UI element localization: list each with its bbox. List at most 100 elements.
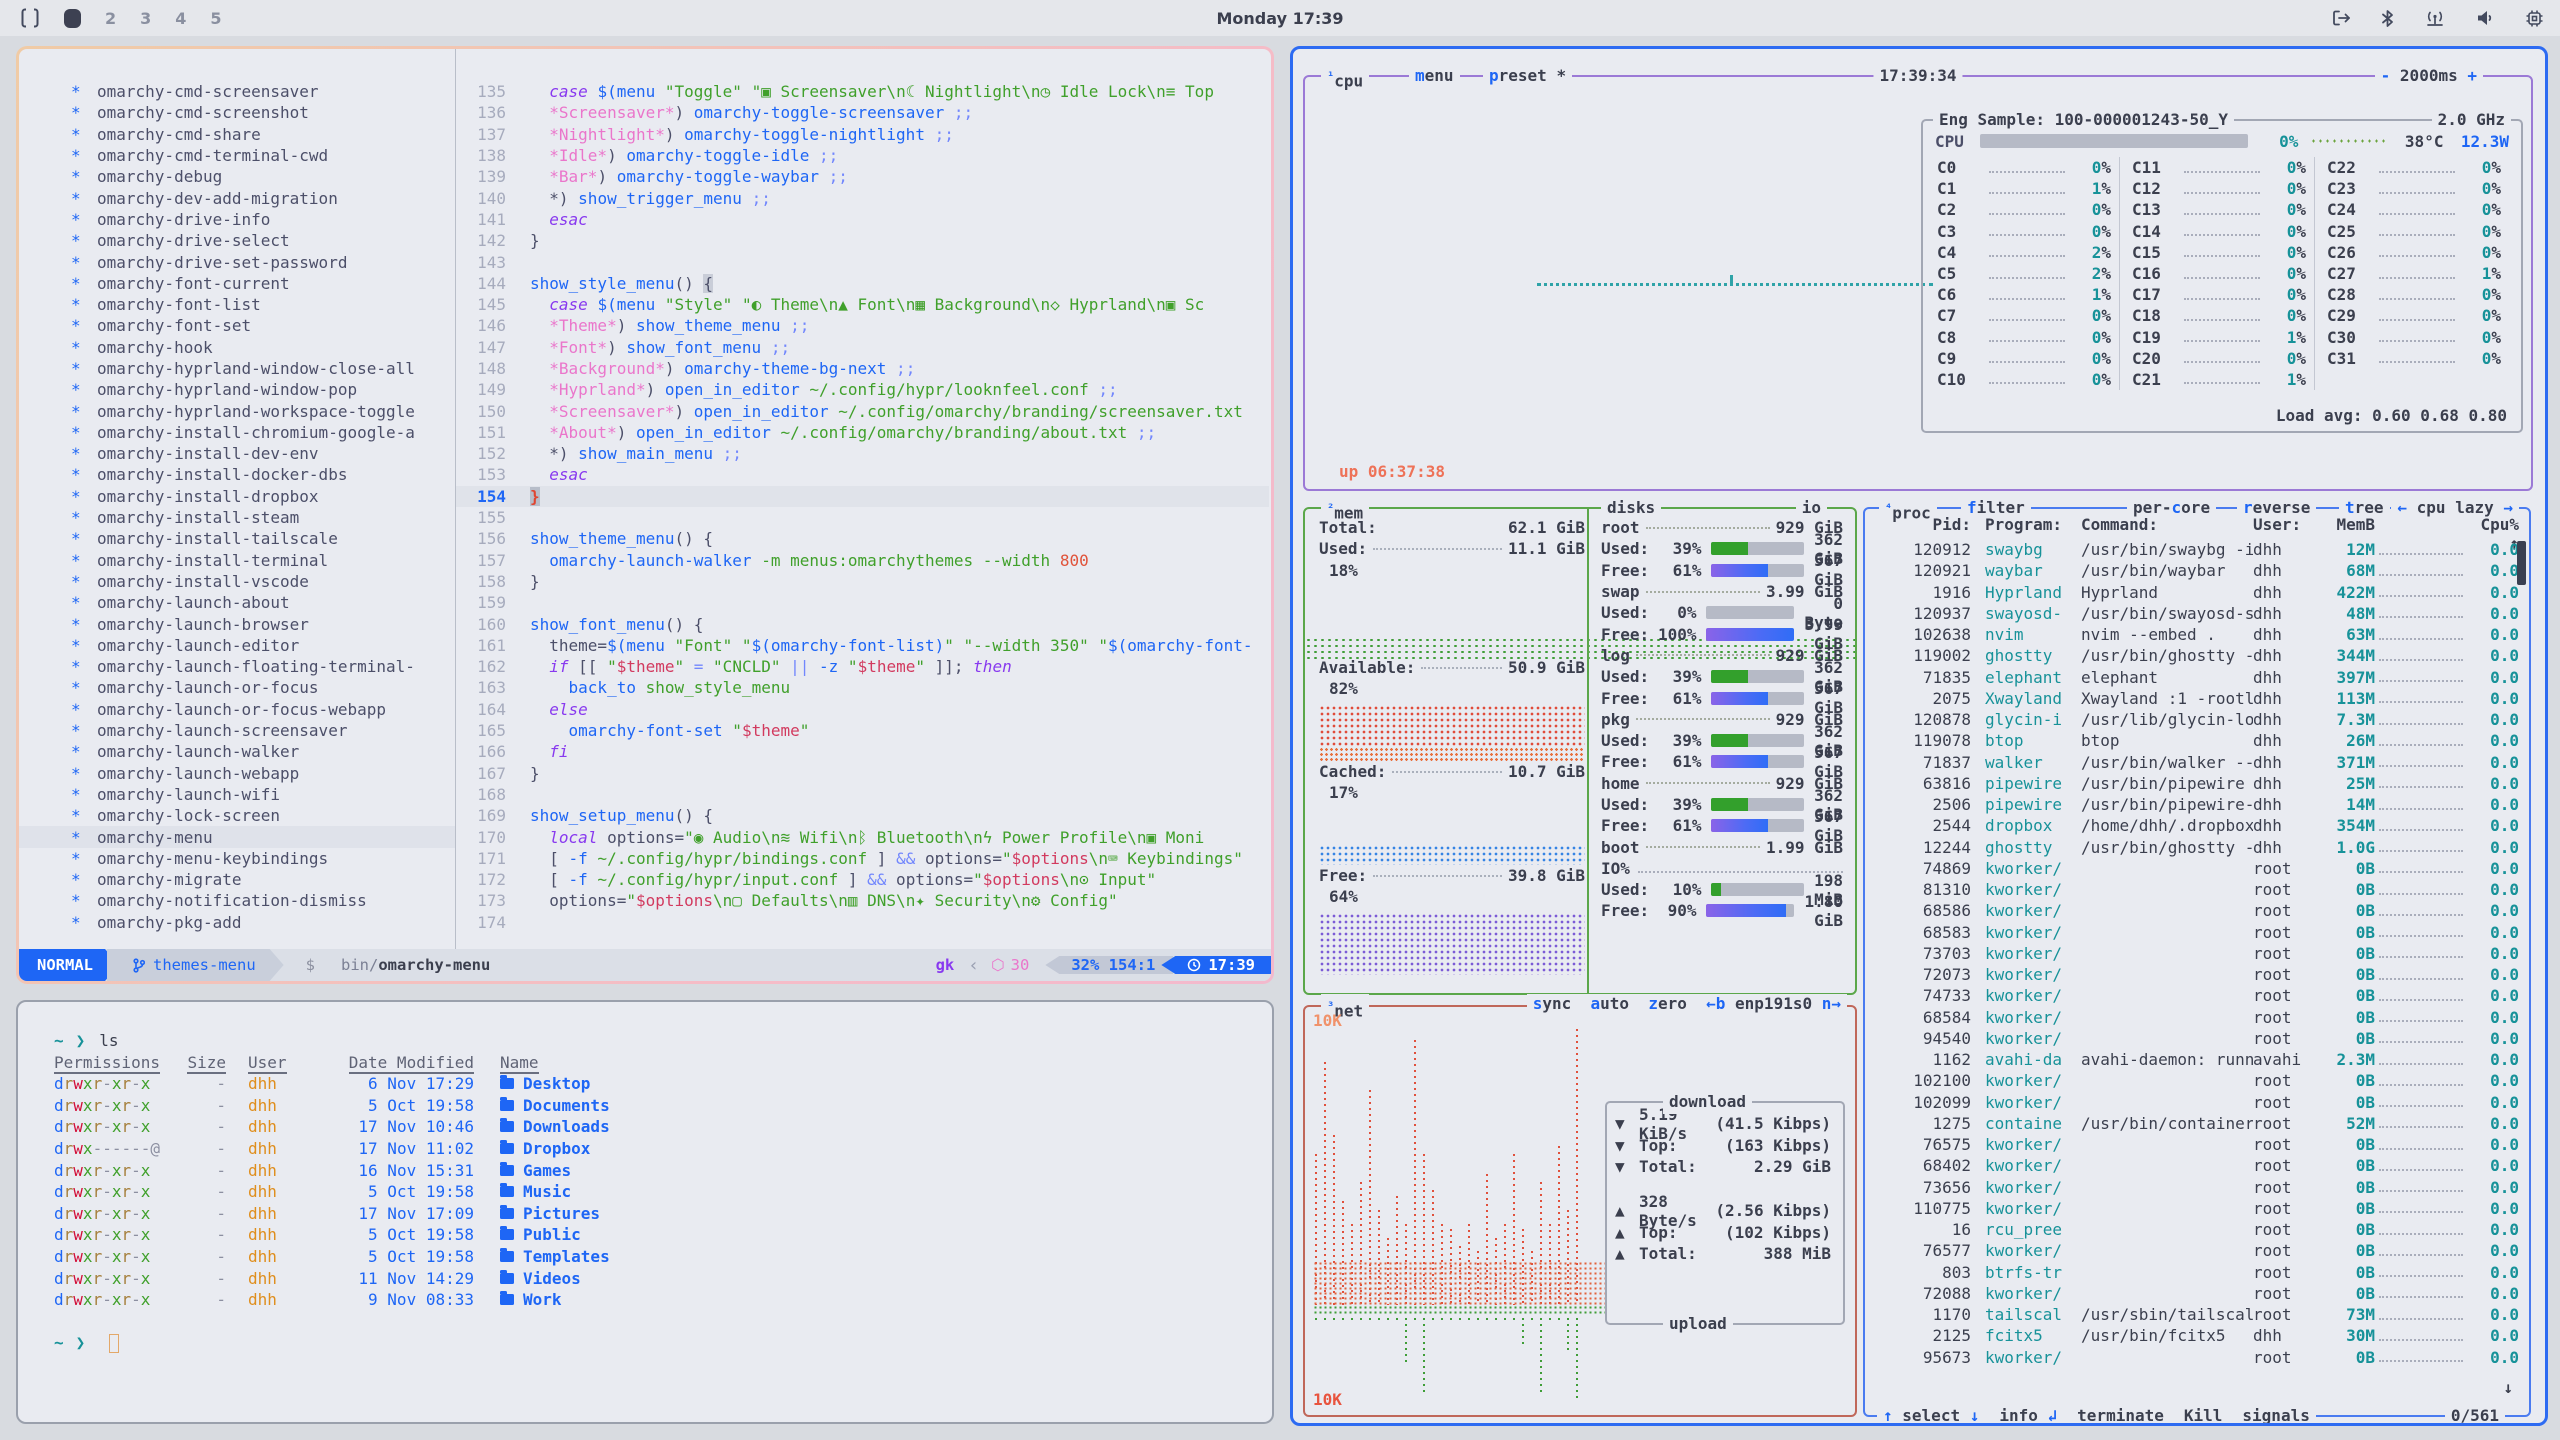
code-line[interactable]: 151 *About*) open_in_editor ~/.config/om…: [456, 422, 1269, 443]
terminal-window[interactable]: ~❯lsPermissionsSizeUserDate ModifiedName…: [16, 1000, 1274, 1424]
file-item[interactable]: *omarchy-font-list: [19, 294, 455, 315]
process-row[interactable]: 81310kworker/root0B0.0: [1875, 879, 2519, 900]
code-line[interactable]: 158}: [456, 571, 1269, 592]
network-icon[interactable]: [2424, 9, 2446, 27]
code-line[interactable]: 154}: [456, 486, 1269, 507]
process-row[interactable]: 68584kworker/root0B0.0: [1875, 1007, 2519, 1028]
file-item[interactable]: *omarchy-install-terminal: [19, 550, 455, 571]
process-row[interactable]: 2506pipewire/usr/bin/pipewire-pulsedhh14…: [1875, 794, 2519, 815]
screen-icon[interactable]: [20, 7, 40, 29]
file-item[interactable]: *omarchy-hyprland-window-pop: [19, 379, 455, 400]
process-scrollbar[interactable]: [2517, 541, 2526, 585]
code-line[interactable]: 143: [456, 251, 1269, 272]
net-controls[interactable]: sync auto zero ←b enp191s0 n→: [1527, 994, 1847, 1013]
process-row[interactable]: 119002ghostty/usr/bin/ghostty --gtk-dhh3…: [1875, 645, 2519, 666]
kill-button[interactable]: Kill: [2184, 1404, 2223, 1426]
code-line[interactable]: 167}: [456, 763, 1269, 784]
workspace-1-active[interactable]: [64, 9, 81, 28]
file-item[interactable]: *omarchy-menu-keybindings: [19, 848, 455, 869]
git-branch[interactable]: themes-menu: [107, 949, 284, 981]
workspace-5[interactable]: 5: [210, 9, 221, 28]
process-row[interactable]: 68402kworker/root0B0.0: [1875, 1155, 2519, 1176]
file-item[interactable]: *omarchy-launch-screensaver: [19, 720, 455, 741]
file-item[interactable]: *omarchy-cmd-share: [19, 124, 455, 145]
code-line[interactable]: 138 *Idle*) omarchy-toggle-idle ;;: [456, 145, 1269, 166]
process-row[interactable]: 110775kworker/root0B0.0: [1875, 1198, 2519, 1219]
file-item[interactable]: *omarchy-install-tailscale: [19, 528, 455, 549]
code-line[interactable]: 172 [ -f ~/.config/hypr/input.conf ] && …: [456, 869, 1269, 890]
info-button[interactable]: info ↲: [1999, 1404, 2057, 1426]
code-line[interactable]: 153 esac: [456, 464, 1269, 485]
code-line[interactable]: 145 case $(menu "Style" "◐ Theme\n▲ Font…: [456, 294, 1269, 315]
process-row[interactable]: 2125fcitx5/usr/bin/fcitx5dhh30M0.0: [1875, 1325, 2519, 1346]
dir-name[interactable]: Music: [523, 1182, 571, 1201]
signals-button[interactable]: signals: [2242, 1404, 2309, 1426]
file-item[interactable]: *omarchy-dev-add-migration: [19, 187, 455, 208]
process-row[interactable]: 120878glycin-i/usr/lib/glycin-loadersdhh…: [1875, 709, 2519, 730]
process-row[interactable]: 94540kworker/root0B0.0: [1875, 1028, 2519, 1049]
file-item[interactable]: *omarchy-launch-wifi: [19, 784, 455, 805]
file-item[interactable]: *omarchy-hyprland-window-close-all: [19, 358, 455, 379]
code-line[interactable]: 135 case $(menu "Toggle" "▣ Screensaver\…: [456, 81, 1269, 102]
code-line[interactable]: 174: [456, 912, 1269, 933]
process-row[interactable]: 2544dropbox/home/dhh/.dropbox-distdhh354…: [1875, 815, 2519, 836]
process-row[interactable]: 16rcu_preeroot0B0.0: [1875, 1219, 2519, 1240]
file-item[interactable]: *omarchy-launch-floating-terminal-: [19, 656, 455, 677]
process-row[interactable]: 71835elephantelephantdhh397M0.0: [1875, 667, 2519, 688]
update-interval[interactable]: - 2000ms +: [2375, 64, 2483, 88]
file-item[interactable]: *omarchy-drive-select: [19, 230, 455, 251]
code-line[interactable]: 155: [456, 507, 1269, 528]
code-line[interactable]: 137 *Nightlight*) omarchy-toggle-nightli…: [456, 124, 1269, 145]
code-line[interactable]: 139 *Bar*) omarchy-toggle-waybar ;;: [456, 166, 1269, 187]
file-item[interactable]: *omarchy-install-dev-env: [19, 443, 455, 464]
prompt-line-cursor[interactable]: ~❯: [54, 1332, 1272, 1354]
iface-prev-button[interactable]: ←b: [1706, 994, 1725, 1013]
file-item[interactable]: *omarchy-hook: [19, 337, 455, 358]
file-item[interactable]: *omarchy-font-current: [19, 273, 455, 294]
process-row[interactable]: 76575kworker/root0B0.0: [1875, 1134, 2519, 1155]
process-row[interactable]: 63816pipewire/usr/bin/pipewiredhh25M0.0: [1875, 773, 2519, 794]
dir-name[interactable]: Templates: [523, 1247, 610, 1266]
code-line[interactable]: 136 *Screensaver*) omarchy-toggle-screen…: [456, 102, 1269, 123]
process-row[interactable]: 68583kworker/root0B0.0: [1875, 922, 2519, 943]
select-buttons[interactable]: ↑ select ↓: [1883, 1404, 1979, 1426]
file-item[interactable]: *omarchy-launch-about: [19, 592, 455, 613]
workspace-4[interactable]: 4: [175, 9, 186, 28]
dir-name[interactable]: Videos: [523, 1269, 581, 1288]
file-item[interactable]: *omarchy-install-dropbox: [19, 486, 455, 507]
file-item[interactable]: *omarchy-pkg-add: [19, 912, 455, 933]
code-line[interactable]: 141 esac: [456, 209, 1269, 230]
process-row[interactable]: 71837walker/usr/bin/walker --gappldhh371…: [1875, 752, 2519, 773]
process-row[interactable]: 1916HyprlandHyprlanddhh422M0.0: [1875, 582, 2519, 603]
file-item[interactable]: *omarchy-drive-info: [19, 209, 455, 230]
code-line[interactable]: 171 [ -f ~/.config/hypr/bindings.conf ] …: [456, 848, 1269, 869]
file-item[interactable]: *omarchy-launch-or-focus: [19, 677, 455, 698]
code-line[interactable]: 160show_font_menu() {: [456, 613, 1269, 634]
process-row[interactable]: 120912swaybg/usr/bin/swaybg -i /homdhh12…: [1875, 539, 2519, 560]
file-item[interactable]: *omarchy-hyprland-workspace-toggle: [19, 400, 455, 421]
code-line[interactable]: 144show_style_menu() {: [456, 273, 1269, 294]
process-row[interactable]: 73703kworker/root0B0.0: [1875, 943, 2519, 964]
menu-button[interactable]: menu: [1409, 64, 1460, 88]
code-line[interactable]: 161 theme=$(menu "Font" "$(omarchy-font-…: [456, 635, 1269, 656]
file-item[interactable]: *omarchy-install-chromium-google-a: [19, 422, 455, 443]
process-row[interactable]: 120921waybar/usr/bin/waybardhh68M0.0: [1875, 560, 2519, 581]
process-row[interactable]: 68586kworker/root0B0.0: [1875, 900, 2519, 921]
dir-name[interactable]: Public: [523, 1225, 581, 1244]
code-line[interactable]: 173 options="$options\n▢ Defaults\n▥ DNS…: [456, 890, 1269, 911]
code-line[interactable]: 147 *Font*) show_font_menu ;;: [456, 337, 1269, 358]
process-row[interactable]: 72088kworker/root0B0.0: [1875, 1283, 2519, 1304]
dir-name[interactable]: Desktop: [523, 1074, 590, 1093]
process-row[interactable]: 95673kworker/root0B0.0: [1875, 1347, 2519, 1368]
code-line[interactable]: 163 back_to show_style_menu: [456, 677, 1269, 698]
file-item[interactable]: *omarchy-debug: [19, 166, 455, 187]
process-row[interactable]: 102100kworker/root0B0.0: [1875, 1070, 2519, 1091]
code-line[interactable]: 157 omarchy-launch-walker -m menus:omarc…: [456, 550, 1269, 571]
file-item[interactable]: *omarchy-install-steam: [19, 507, 455, 528]
process-row[interactable]: 803btrfs-trroot0B0.0: [1875, 1262, 2519, 1283]
code-line[interactable]: 166 fi: [456, 741, 1269, 762]
process-row[interactable]: 102638nvimnvim --embed .dhh63M0.0: [1875, 624, 2519, 645]
process-row[interactable]: 2075XwaylandXwayland :1 -rootless -dhh11…: [1875, 688, 2519, 709]
code-line[interactable]: 150 *Screensaver*) open_in_editor ~/.con…: [456, 400, 1269, 421]
code-line[interactable]: 142}: [456, 230, 1269, 251]
